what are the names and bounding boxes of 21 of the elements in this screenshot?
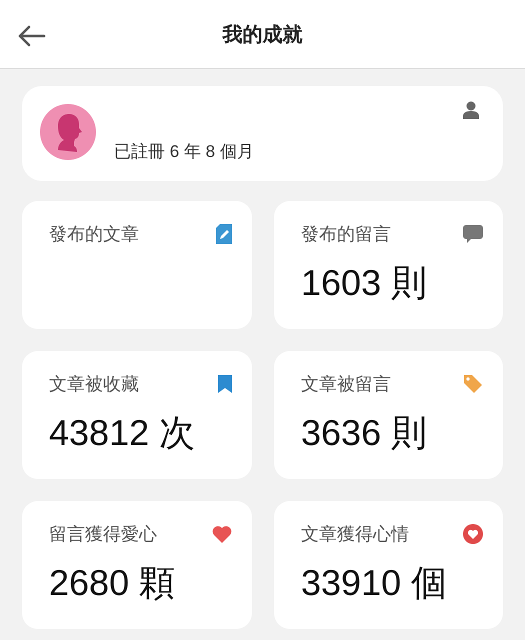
speech-bubble-icon [463, 225, 483, 243]
person-icon [463, 101, 479, 119]
heart-icon [212, 525, 232, 543]
heart-circle-icon [463, 524, 483, 544]
registration-duration: 已註冊 6 年 8 個月 [114, 141, 254, 163]
stat-label: 留言獲得愛心 [49, 523, 157, 546]
document-pen-icon [216, 224, 232, 244]
stat-value: 33910 個 [301, 561, 448, 605]
stat-label: 文章被留言 [301, 373, 391, 396]
stat-label: 文章被收藏 [49, 373, 139, 396]
page-title: 我的成就 [222, 22, 302, 48]
bookmark-icon [218, 375, 232, 393]
stat-label: 發布的文章 [49, 223, 139, 246]
stat-label: 發布的留言 [301, 223, 391, 246]
stat-value: 2680 顆 [49, 561, 176, 605]
stat-value: 3636 則 [301, 411, 428, 455]
stat-value: 43812 次 [49, 411, 196, 455]
stat-label: 文章獲得心情 [301, 523, 409, 546]
stat-value: 1603 則 [301, 261, 428, 305]
avatar-icon [40, 104, 96, 160]
tag-icon [463, 374, 483, 394]
